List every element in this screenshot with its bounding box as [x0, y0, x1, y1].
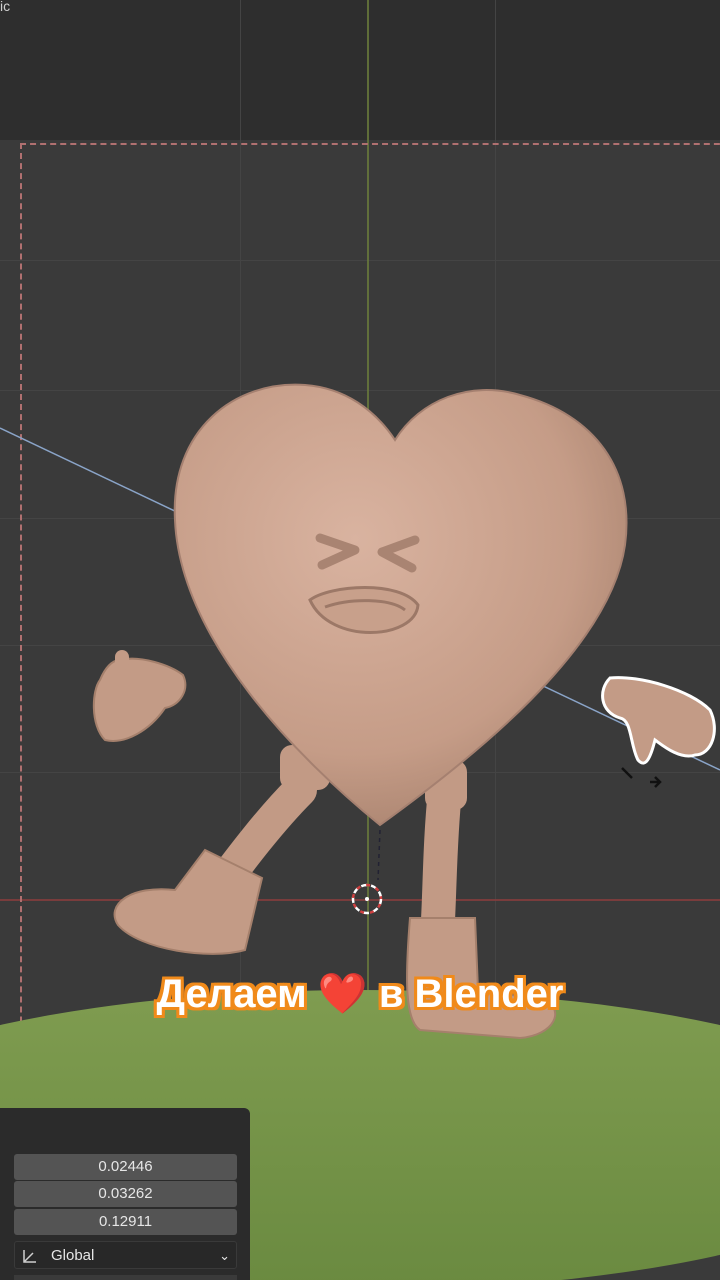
orientation-label: Global: [51, 1247, 95, 1264]
move-z-field[interactable]: 0.12911: [14, 1209, 237, 1235]
scene: [0, 383, 720, 1280]
heart-emoji-icon: ❤️: [317, 972, 368, 1016]
orientation-axes-icon: [23, 1250, 36, 1263]
video-caption: Делаем ❤️ в Blender: [0, 970, 720, 1017]
right-hand-selected: [601, 676, 716, 765]
caption-text-before: Делаем: [156, 972, 307, 1016]
move-y-field[interactable]: 0.03262: [14, 1181, 237, 1207]
pivot-guide: [377, 829, 381, 881]
3d-cursor-icon: [351, 883, 383, 915]
move-x-field[interactable]: 0.02446: [14, 1154, 237, 1180]
left-hand: [92, 650, 187, 742]
transform-cursor-icon: [621, 767, 662, 788]
orientation-select[interactable]: Global ⌄: [14, 1241, 237, 1269]
panel-next-row: [14, 1275, 237, 1280]
chevron-down-icon: ⌄: [219, 1248, 230, 1263]
3d-viewport[interactable]: ic Делаем ❤️ в Blender 0.02446 0.03262 0…: [0, 0, 720, 1280]
caption-text-after: в Blender: [378, 972, 564, 1016]
